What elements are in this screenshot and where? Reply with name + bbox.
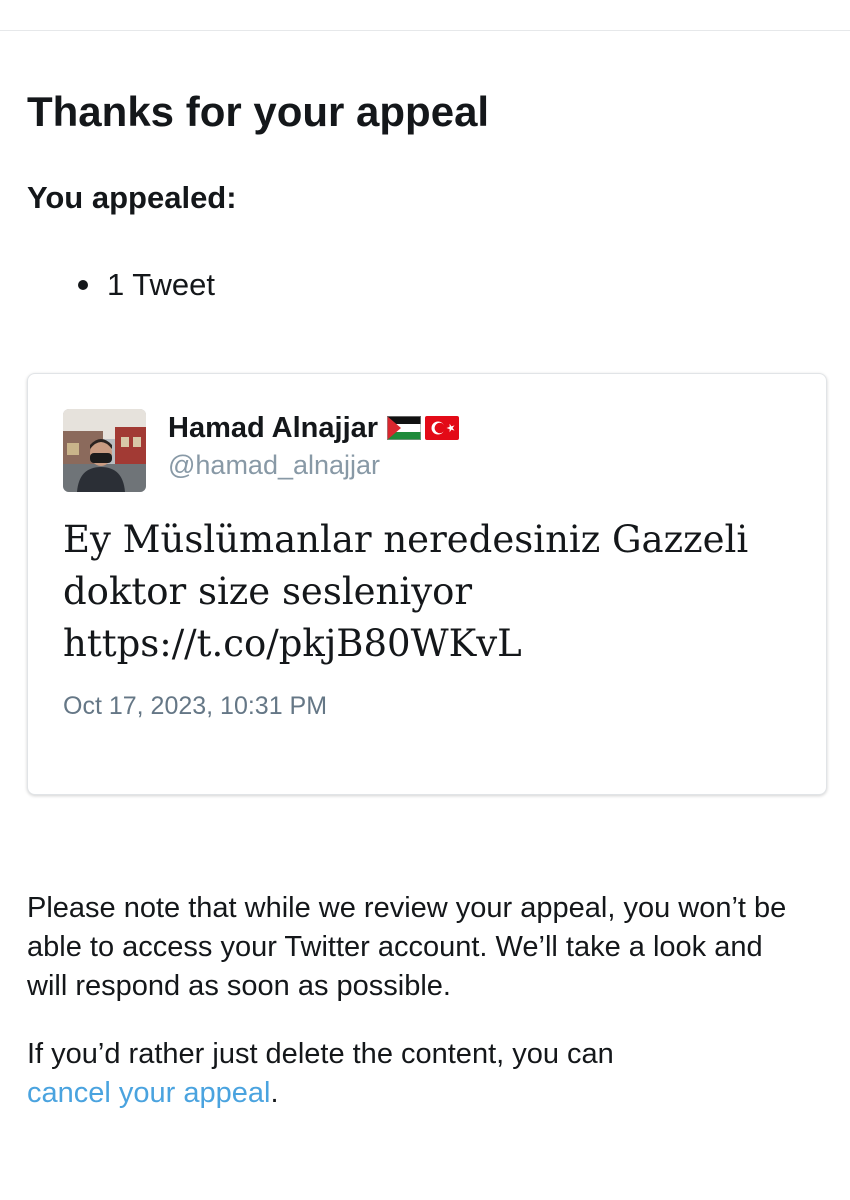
delete-notice-link-line: cancel your appeal. (27, 1074, 827, 1113)
review-notice: Please note that while we review your ap… (27, 889, 827, 1006)
delete-notice: If you’d rather just delete the content,… (27, 1035, 827, 1113)
author-name[interactable]: Hamad Alnajjar (168, 410, 378, 446)
cancel-appeal-link[interactable]: cancel your appeal (27, 1077, 270, 1109)
tweet-link[interactable]: https://t.co/pkjB80WKvL (63, 618, 803, 670)
avatar-photo (63, 409, 146, 492)
tweet-text: Ey Müslümanlar neredesiniz Gazzeli dokto… (63, 514, 803, 670)
appealed-item-label: 1 Tweet (107, 267, 216, 302)
appealed-item: 1 Tweet (27, 264, 215, 306)
delete-notice-suffix: . (270, 1077, 279, 1109)
author-handle[interactable]: @hamad_alnajjar (168, 448, 380, 482)
page-title: Thanks for your appeal (27, 88, 490, 135)
review-notice-line: able to access your Twitter account. We’… (27, 931, 763, 963)
tweet-text-line: doktor size sesleniyor (63, 570, 473, 613)
tweet-timestamp: Oct 17, 2023, 10:31 PM (63, 692, 328, 720)
top-divider (0, 30, 850, 31)
tweet-card: Hamad Alnajjar @hamad_alnajjar Ey Müslüm… (27, 373, 827, 795)
appealed-list: 1 Tweet (27, 264, 215, 306)
review-notice-line: Please note that while we review your ap… (27, 892, 787, 924)
appealed-heading: You appealed: (27, 180, 237, 215)
author-name-row: Hamad Alnajjar (168, 410, 460, 446)
tweet-text-line: Ey Müslümanlar neredesiniz Gazzeli (63, 518, 749, 561)
delete-notice-text: If you’d rather just delete the content,… (27, 1038, 614, 1070)
avatar[interactable] (63, 409, 146, 492)
flags (387, 416, 460, 440)
bullet-icon (78, 280, 88, 290)
review-notice-line: will respond as soon as possible. (27, 970, 451, 1002)
palestine-flag-icon (387, 416, 422, 440)
turkey-flag-icon (425, 416, 460, 440)
